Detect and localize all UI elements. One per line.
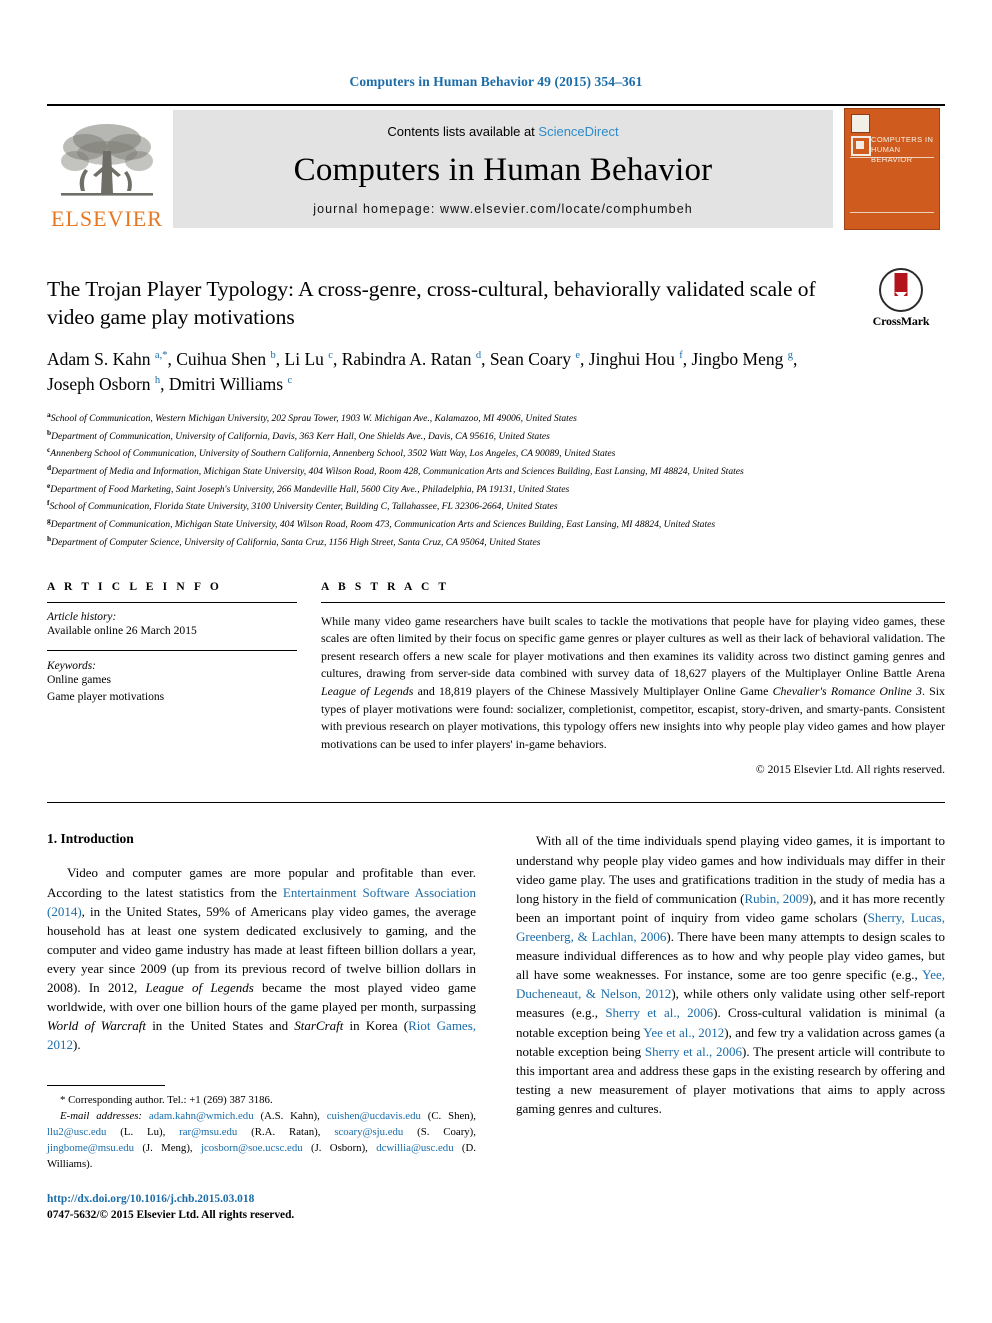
affiliation-item: bDepartment of Communication, University…: [47, 427, 550, 442]
introduction-paragraph-right: With all of the time individuals spend p…: [516, 833, 946, 1116]
keyword-item: Game player motivations: [47, 690, 165, 704]
article-history-label: Article history:: [47, 610, 117, 623]
keyword-item: Online games: [47, 673, 112, 687]
article-title: The Trojan Player Typology: A cross-genr…: [47, 277, 816, 329]
abstract-text: While many video game researchers have b…: [321, 613, 946, 751]
journal-cover-thumbnail: COMPUTERS IN HUMAN BEHAVIOR: [839, 106, 945, 232]
introduction-paragraph-left: Video and computer games are more popula…: [47, 865, 477, 1053]
article-page: Computers in Human Behavior 49 (2015) 35…: [0, 0, 992, 1323]
affiliation-item: gDepartment of Communication, Michigan S…: [47, 516, 716, 531]
body-columns: 1. Introduction Video and computer games…: [47, 831, 945, 1224]
body-column-right: With all of the time individuals spend p…: [516, 831, 945, 1224]
abstract-copyright: © 2015 Elsevier Ltd. All rights reserved…: [755, 763, 945, 777]
cover-mini-logo-icon: [851, 114, 870, 133]
article-info-heading: A R T I C L E I N F O: [47, 580, 222, 593]
section-heading-introduction: 1. Introduction: [47, 831, 134, 847]
doi-block: http://dx.doi.org/10.1016/j.chb.2015.03.…: [47, 1192, 476, 1224]
cover-image: COMPUTERS IN HUMAN BEHAVIOR: [844, 108, 940, 230]
issn-copyright: 0747-5632/© 2015 Elsevier Ltd. All right…: [47, 1209, 295, 1222]
article-history-value: Available online 26 March 2015: [47, 623, 197, 637]
footnote-block: * Corresponding author. Tel.: +1 (269) 3…: [47, 1084, 477, 1225]
sciencedirect-link[interactable]: ScienceDirect: [538, 124, 618, 139]
doi-link[interactable]: http://dx.doi.org/10.1016/j.chb.2015.03.…: [47, 1192, 476, 1208]
footnote-divider: [47, 1084, 165, 1086]
affiliation-item: aSchool of Communication, Western Michig…: [47, 409, 577, 424]
abstract-heading: A B S T R A C T: [321, 580, 450, 593]
body-divider: [47, 802, 945, 804]
article-info-column: A R T I C L E I N F O Article history: A…: [47, 581, 297, 777]
journal-title: Computers in Human Behavior: [293, 151, 713, 188]
crossmark-icon: [879, 268, 923, 312]
affiliation-item: eDepartment of Food Marketing, Saint Jos…: [47, 480, 570, 495]
affiliation-item: hDepartment of Computer Science, Univers…: [47, 533, 541, 548]
contents-available-line: Contents lists available at ScienceDirec…: [387, 124, 618, 139]
corresponding-author-note: * Corresponding author. Tel.: +1 (269) 3…: [60, 1093, 273, 1106]
running-head: Computers in Human Behavior 49 (2015) 35…: [349, 74, 643, 89]
abstract-column: A B S T R A C T While many video game re…: [321, 580, 946, 777]
affiliation-list: aSchool of Communication, Western Michig…: [47, 409, 945, 551]
author-line-1: Adam S. Kahn a,*, Cuihua Shen b, Li Lu c…: [47, 349, 798, 370]
article-info-rule: [47, 601, 297, 603]
crossmark-badge[interactable]: CrossMark: [857, 268, 945, 329]
cover-journal-title: COMPUTERS IN HUMAN BEHAVIOR: [871, 135, 934, 165]
publisher-logo: ELSEVIER: [47, 106, 167, 232]
title-block: The Trojan Player Typology: A cross-genr…: [47, 268, 945, 331]
author-line-2: Joseph Osborn h, Dmitri Williams c: [47, 374, 293, 395]
affiliation-item: cAnnenberg School of Communication, Univ…: [47, 445, 616, 460]
info-abstract-section: A R T I C L E I N F O Article history: A…: [47, 580, 946, 777]
cover-monitor-icon: [851, 136, 871, 156]
author-list: Adam S. Kahn a,*, Cuihua Shen b, Li Lu c…: [47, 347, 945, 398]
crossmark-label: CrossMark: [872, 314, 930, 328]
cover-divider-bottom: [850, 212, 934, 213]
contents-prefix: Contents lists available at: [387, 123, 539, 139]
body-column-left: 1. Introduction Video and computer games…: [47, 831, 476, 1224]
elsevier-tree-icon: [61, 124, 153, 196]
elsevier-wordmark: ELSEVIER: [51, 206, 163, 231]
affiliation-item: dDepartment of Media and Information, Mi…: [47, 462, 744, 478]
keywords-rule: [47, 650, 297, 652]
journal-masthead: ELSEVIER Contents lists available at Sci…: [47, 104, 945, 232]
cover-divider-top: [850, 157, 934, 158]
email-addresses-note: E-mail addresses: adam.kahn@wmich.edu (A…: [47, 1109, 477, 1171]
journal-homepage-link[interactable]: journal homepage: www.elsevier.com/locat…: [313, 202, 693, 216]
abstract-rule: [321, 601, 945, 603]
keywords-label: Keywords:: [47, 660, 96, 673]
affiliation-item: fSchool of Communication, Florida State …: [47, 498, 558, 513]
masthead-center: Contents lists available at ScienceDirec…: [173, 110, 833, 228]
